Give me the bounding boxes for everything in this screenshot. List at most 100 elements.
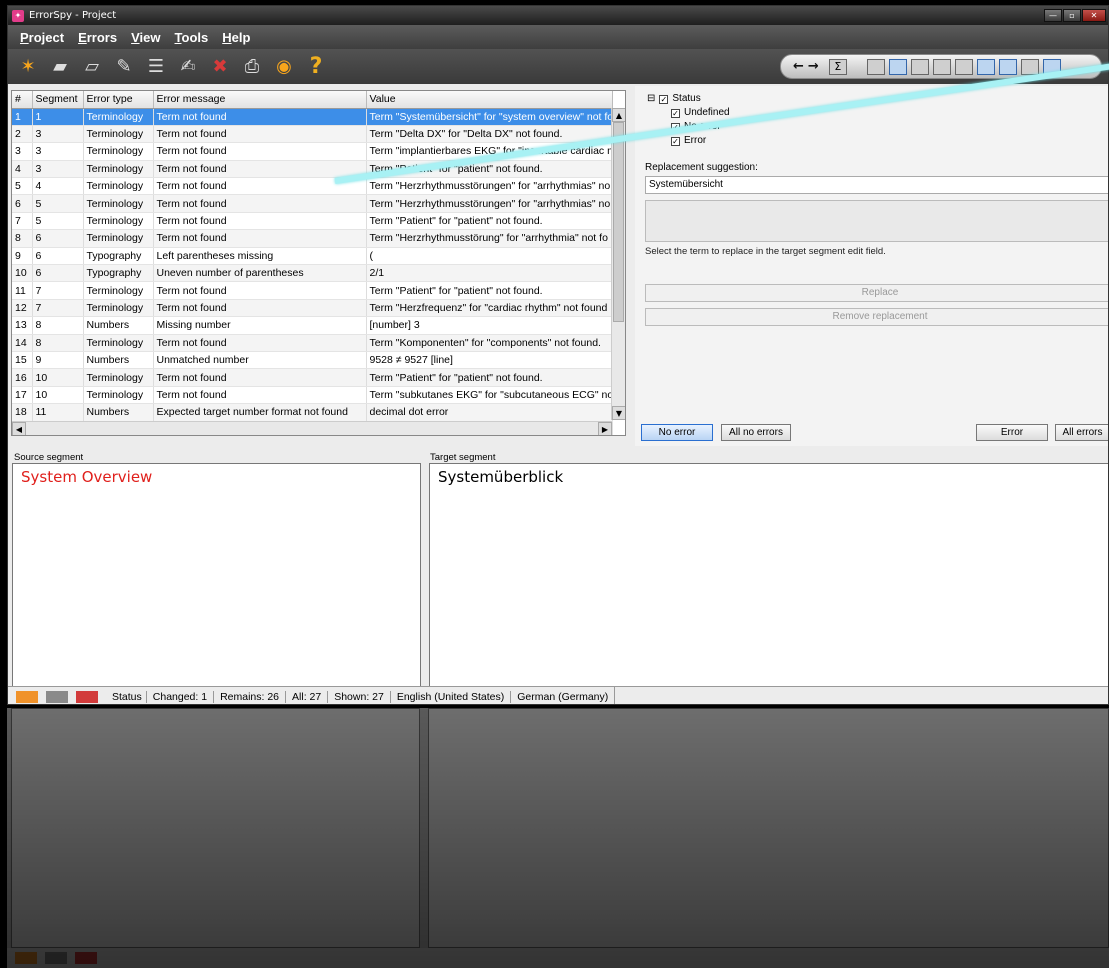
table-row[interactable]: 4 3 Terminology Term not found Term "Patient… (12, 160, 613, 179)
delete-icon[interactable]: ✖ (208, 55, 232, 79)
scroll-right-arrow-icon[interactable]: ▶ (598, 422, 612, 435)
right-panel: ⊟✓Status ✓Undefined ✓No error ✓Error Rep… (635, 86, 1108, 446)
table-row[interactable]: 17 10 Terminology Term not found Term "subku… (12, 386, 613, 405)
cell-error-type: Numbers (83, 403, 154, 422)
cell-error-type: Terminology (83, 177, 154, 196)
table-row[interactable]: 15 9 Numbers Unmatched number 9528 ≠ 9527 [l… (12, 351, 613, 370)
table-row[interactable]: 5 4 Terminology Term not found Term "Herzrhy… (12, 177, 613, 196)
menu-help[interactable]: Help (216, 30, 256, 45)
replace-button[interactable]: Replace (645, 284, 1108, 302)
cell-value: Term "Systemübersicht" for "system overv… (366, 108, 613, 126)
cell-segment: 11 (32, 403, 84, 422)
cell-segment: 3 (32, 142, 84, 161)
folder-up-icon[interactable]: ▱ (80, 55, 104, 79)
remove-replacement-button[interactable]: Remove replacement (645, 308, 1108, 326)
view-panel-icon[interactable] (998, 58, 1017, 75)
status-checkbox[interactable]: ✓ (659, 94, 669, 104)
cell-value: Term "Patient" for "patient" not found. (366, 368, 613, 387)
cell-error-type: Terminology (83, 108, 154, 126)
scroll-down-arrow-icon[interactable]: ▼ (612, 406, 625, 420)
cell-segment: 1 (32, 108, 84, 126)
table-row[interactable]: 13 8 Numbers Missing number [number] 3 (12, 316, 613, 335)
cell-error-type: Terminology (83, 281, 154, 300)
window-reflection (7, 708, 1109, 968)
help-icon[interactable]: ? (304, 54, 328, 79)
cell-error-type: Terminology (83, 160, 154, 179)
menu-tools[interactable]: Tools (169, 30, 215, 45)
table-horizontal-scrollbar[interactable]: ◀ ▶ (12, 421, 612, 435)
cell-error-message: Term not found (153, 299, 367, 318)
table-row[interactable]: 11 7 Terminology Term not found Term "Patien… (12, 281, 613, 300)
col-header-error-message[interactable]: Error message (153, 91, 367, 109)
status-remains: Remains: 26 (213, 690, 285, 703)
col-header-segment[interactable]: Segment (32, 91, 84, 109)
tree-collapse-icon[interactable]: ⊟ (647, 92, 655, 106)
col-header-number[interactable]: # (12, 91, 33, 109)
scroll-thumb[interactable] (613, 122, 624, 322)
view-list-icon[interactable] (888, 58, 907, 75)
cell-segment: 6 (32, 229, 84, 248)
errors-table: # Segment Error type Error message Value… (11, 90, 626, 436)
cell-segment: 3 (32, 125, 84, 144)
cell-value: 2/1 (366, 264, 613, 283)
open-folder-icon[interactable]: ▰ (48, 55, 72, 79)
table-row[interactable]: 9 6 Typography Left parentheses missing( (12, 247, 613, 266)
table-row[interactable]: 6 5 Terminology Term not found Term "Herzrhy… (12, 194, 613, 213)
col-header-error-type[interactable]: Error type (83, 91, 154, 109)
status-source-language: English (United States) (389, 690, 510, 703)
print-icon[interactable]: ⎙ (240, 55, 264, 79)
scroll-left-arrow-icon[interactable]: ◀ (12, 422, 26, 435)
errorspy-window: ✦ ErrorSpy - Project — ▫ ✕ Project Error… (7, 5, 1109, 705)
cell-segment: 10 (32, 386, 84, 405)
view-detail-icon[interactable] (954, 58, 973, 75)
view-code-icon[interactable] (976, 58, 995, 75)
view-columns-icon[interactable] (910, 58, 929, 75)
table-row[interactable]: 1 1 Terminology Term not found Term "Systemü… (12, 108, 613, 126)
cell-number: 13 (12, 316, 33, 335)
all-errors-button[interactable]: All errors (1055, 424, 1108, 441)
table-row[interactable]: 16 10 Terminology Term not found Term "Patie… (12, 368, 613, 387)
replacement-input[interactable]: Systemübersicht (645, 176, 1108, 194)
view-split-icon[interactable] (932, 58, 951, 75)
menu-project[interactable]: Project (14, 30, 70, 45)
replacement-label: Replacement suggestion: (645, 162, 758, 173)
table-row[interactable]: 10 6 Typography Uneven number of parenthese… (12, 264, 613, 283)
no-error-button[interactable]: No error (641, 424, 713, 441)
menu-errors[interactable]: Errors (72, 30, 123, 45)
table-row[interactable]: 7 5 Terminology Term not found Term "Patient… (12, 212, 613, 231)
cell-error-message: Term not found (153, 108, 367, 126)
scroll-up-arrow-icon[interactable]: ▲ (612, 108, 625, 122)
view-grid-icon[interactable] (866, 58, 885, 75)
forward-arrow-icon[interactable]: → (808, 59, 819, 74)
table-row[interactable]: 12 7 Terminology Term not found Term "Herzfr… (12, 299, 613, 318)
all-no-errors-button[interactable]: All no errors (721, 424, 791, 441)
cell-segment: 3 (32, 160, 84, 179)
sum-button[interactable]: Σ (828, 58, 847, 75)
view-compact-icon[interactable] (1020, 58, 1039, 75)
table-vertical-scrollbar[interactable]: ▲ ▼ (611, 108, 625, 420)
checklist-icon[interactable]: ☰ (144, 55, 168, 79)
cell-number: 9 (12, 247, 33, 266)
binoculars-icon[interactable]: ◉ (272, 55, 296, 79)
cell-value: Term "Herzrhythmusstörungen" for "arrhyt… (366, 194, 613, 213)
back-arrow-icon[interactable]: ← (793, 59, 804, 74)
col-header-value[interactable]: Value (366, 91, 613, 109)
new-project-icon[interactable]: ✶ (16, 55, 40, 79)
maximize-button[interactable]: ▫ (1063, 9, 1081, 22)
minimize-button[interactable]: — (1044, 9, 1062, 22)
menu-bar: Project Errors View Tools Help (8, 25, 1108, 49)
edit-icon[interactable]: ✎ (112, 55, 136, 79)
undefined-checkbox[interactable]: ✓ (671, 108, 680, 118)
cell-segment: 8 (32, 334, 84, 352)
error-checkbox[interactable]: ✓ (671, 136, 680, 146)
target-segment-editor[interactable]: Systemüberblick (429, 463, 1108, 687)
table-row[interactable]: 14 8 Terminology Term not found Term "Kompon… (12, 334, 613, 352)
menu-view[interactable]: View (125, 30, 166, 45)
note-edit-icon[interactable]: ✍ (176, 55, 200, 79)
source-segment-text[interactable]: System Overview (12, 463, 421, 687)
error-button[interactable]: Error (976, 424, 1048, 441)
table-row[interactable]: 8 6 Terminology Term not found Term "Herzrhy… (12, 229, 613, 248)
table-row[interactable]: 18 11 Numbers Expected target number format… (12, 403, 613, 422)
table-row[interactable]: 2 3 Terminology Term not found Term "Delta D… (12, 125, 613, 144)
close-button[interactable]: ✕ (1082, 9, 1106, 22)
